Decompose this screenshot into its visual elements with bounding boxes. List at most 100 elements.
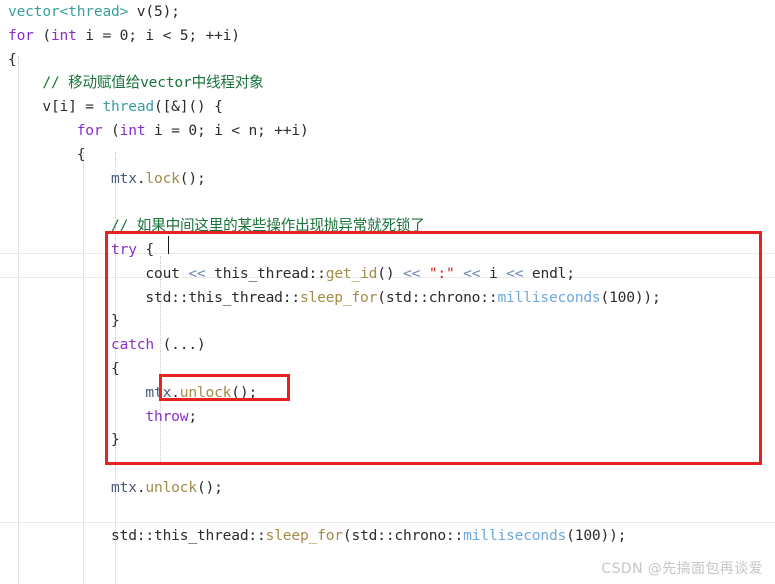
code-token-mtx: mtx <box>145 383 172 401</box>
code-line[interactable]: // 移动赋值给vector中线程对象 <box>0 71 775 95</box>
code-line[interactable]: { <box>0 143 775 167</box>
code-line[interactable] <box>0 190 775 214</box>
code-token-kw: catch <box>111 336 154 354</box>
code-token-kw: for <box>76 121 103 139</box>
code-token-cmt: // 如果中间这里的某些操作出现抛异常就死锁了 <box>111 217 425 235</box>
code-token-plain: ( <box>102 121 120 139</box>
code-token-plain: { <box>136 240 154 258</box>
code-line[interactable]: mtx.unlock(); <box>0 381 775 405</box>
code-line[interactable]: cout << this_thread::get_id() << ":" << … <box>0 262 775 286</box>
code-line[interactable]: v[i] = thread([&]() { <box>0 95 775 119</box>
code-token-fn: unlock <box>145 478 197 496</box>
code-token-plain: (100)); <box>566 526 627 544</box>
code-token-plain: { <box>8 50 17 68</box>
code-token-mtx: mtx <box>111 478 137 496</box>
code-token-kw: int <box>50 26 77 44</box>
code-token-plain: { <box>111 359 120 377</box>
code-token-plain: (); <box>196 478 223 496</box>
code-token-plain: (...) <box>153 336 206 354</box>
code-token-op: << <box>463 264 481 282</box>
code-token-plain: this_thread:: <box>205 264 326 282</box>
code-token-fn: get_id <box>325 264 378 282</box>
code-line[interactable]: vector<thread> v(5); <box>0 0 775 24</box>
code-token-plain: } <box>111 431 120 449</box>
code-line[interactable]: try { <box>0 238 775 262</box>
code-line[interactable]: { <box>0 48 775 72</box>
code-token-plain: () <box>377 264 404 282</box>
code-token-op: << <box>188 264 206 282</box>
code-token-mtx: mtx <box>111 169 137 187</box>
code-token-plain: { <box>76 145 86 163</box>
code-line[interactable]: for (int i = 0; i < 5; ++i) <box>0 24 775 48</box>
code-token-type: thread <box>102 98 154 116</box>
code-token-plain: (std::chrono:: <box>342 526 464 544</box>
code-token-plain: (); <box>179 169 206 187</box>
code-line[interactable]: catch (...) <box>0 333 775 357</box>
code-line[interactable]: std::this_thread::sleep_for(std::chrono:… <box>0 524 775 548</box>
code-token-plain: . <box>171 383 180 401</box>
code-token-plain: endl; <box>523 264 575 282</box>
code-token-fn: lock <box>145 169 180 187</box>
text-caret <box>168 236 169 254</box>
code-token-cls: milliseconds <box>463 526 567 544</box>
code-token-type: vector<thread> <box>8 3 129 20</box>
code-token-plain: } <box>111 312 120 330</box>
code-screenshot: vector<thread> v(5); for (int i = 0; i < … <box>0 0 775 584</box>
code-token-plain: i = 0; i < 5; ++i) <box>76 26 240 44</box>
code-token-plain: ( <box>33 26 51 44</box>
code-token-plain: i = 0; i < n; ++i) <box>145 121 309 139</box>
code-token-plain: cout <box>145 264 189 282</box>
code-token-kw: try <box>111 240 137 258</box>
code-token-plain: std::this_thread:: <box>111 526 266 544</box>
code-token-str: ":" <box>428 264 455 282</box>
code-token-cls: milliseconds <box>497 288 601 306</box>
code-line[interactable]: } <box>0 428 775 452</box>
code-line[interactable]: for (int i = 0; i < n; ++i) <box>0 119 775 143</box>
code-token-plain: i <box>480 264 507 282</box>
code-token-plain: (std::chrono:: <box>377 288 498 306</box>
code-line[interactable]: } <box>0 309 775 333</box>
code-token-kw: for <box>8 26 34 44</box>
code-line[interactable]: throw; <box>0 405 775 429</box>
code-token-plain: std::this_thread:: <box>145 288 300 306</box>
code-token-op: << <box>506 264 524 282</box>
code-token-fn: unlock <box>179 383 232 401</box>
watermark-label: CSDN @先搞面包再谈爱 <box>601 561 763 577</box>
code-line[interactable]: mtx.unlock(); <box>0 476 775 500</box>
code-token-plain: v[i] = <box>42 98 103 116</box>
code-token-fn: sleep_for <box>265 526 343 544</box>
code-token-cmt: // 移动赋值给vector中线程对象 <box>42 74 264 92</box>
code-token-kw: throw <box>145 407 189 425</box>
code-line[interactable] <box>0 500 775 524</box>
code-token-plain: v(5); <box>128 3 180 20</box>
code-line[interactable]: // 如果中间这里的某些操作出现抛异常就死锁了 <box>0 214 775 238</box>
code-line[interactable]: std::this_thread::sleep_for(std::chrono:… <box>0 286 775 310</box>
code-content[interactable]: vector<thread> v(5); for (int i = 0; i < … <box>0 0 775 547</box>
code-token-plain: ([&]() { <box>154 98 223 116</box>
code-token-plain: (100)); <box>600 288 661 306</box>
code-line[interactable] <box>0 452 775 476</box>
code-line[interactable]: mtx.lock(); <box>0 167 775 191</box>
code-token-plain: ; <box>188 407 197 425</box>
code-token-op: << <box>403 264 421 282</box>
code-line[interactable]: { <box>0 357 775 381</box>
